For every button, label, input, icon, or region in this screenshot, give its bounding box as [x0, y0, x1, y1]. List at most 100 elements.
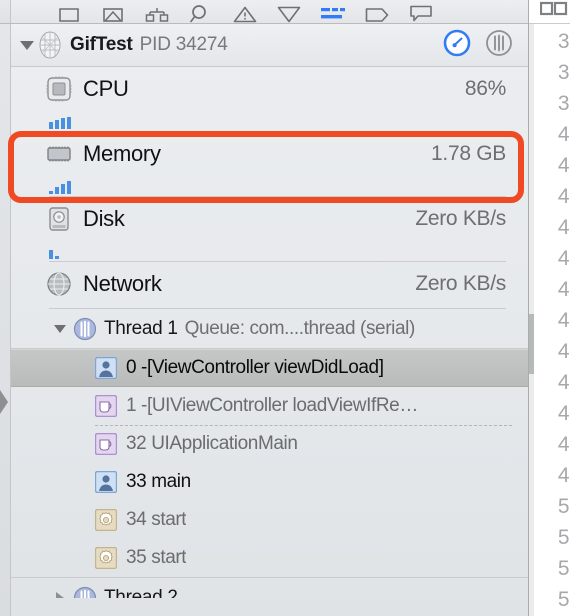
line-number: 4: [557, 464, 570, 487]
line-number: 4: [557, 123, 570, 146]
line-number: 4: [557, 340, 570, 363]
gauge-network-main: Network Zero KB/s: [11, 262, 528, 306]
navigator-tab-issue[interactable]: [233, 1, 257, 23]
navigator-tab-list: [58, 1, 432, 23]
gauge-memory-value: 1.78 GB: [431, 142, 506, 165]
process-action-buttons: [443, 29, 528, 62]
stack-frame-row[interactable]: 35 start: [11, 539, 528, 577]
gauge-row-cpu[interactable]: CPU 86%: [11, 67, 528, 132]
chevron-down-icon: [54, 324, 66, 333]
gauge-view-button[interactable]: [443, 29, 471, 62]
navigator-tab-folder[interactable]: [58, 1, 80, 23]
navigator-tab-symbol[interactable]: [145, 1, 169, 23]
editor-line-number-gutter: 3 3 3 4 4 4 4 4 4 4 4 4 4 4 4 5 5 5 5: [529, 0, 570, 616]
debug-navigator-pane: GifTest PID 34274 CPU 86% Memory 1.78 GB…: [0, 0, 529, 616]
issue-navigator-icon: [233, 6, 257, 23]
gauge-cpu-main: CPU 86%: [11, 67, 528, 111]
line-number: 4: [557, 185, 570, 208]
disk-sparkline: [49, 245, 59, 259]
stack-frame-label: 35 start: [126, 547, 187, 568]
stack-frame-label: 34 start: [126, 509, 187, 530]
line-number: 4: [557, 154, 570, 177]
line-number: 4: [557, 433, 570, 456]
system-frame-icon: [95, 395, 117, 417]
gauge-disk-sparkline-wrap: [11, 241, 528, 262]
navigator-tab-test[interactable]: [277, 1, 301, 23]
thread-disclosure-triangle[interactable]: [49, 324, 71, 333]
thread-name: Thread 1: [104, 317, 178, 339]
line-number: 3: [557, 61, 570, 84]
gauge-disk-label: Disk: [83, 206, 125, 231]
gauge-cpu-value: 86%: [464, 77, 506, 100]
gauge-row-network[interactable]: Network Zero KB/s: [11, 262, 528, 309]
line-number: 4: [557, 402, 570, 425]
navigator-left-gutter: [0, 24, 11, 616]
gauge-memory-sparkline-wrap: [11, 176, 528, 197]
gauge-disk-main: Disk Zero KB/s: [11, 197, 528, 241]
thread-icon: [73, 317, 97, 341]
editor-scrollbar[interactable]: [529, 24, 534, 616]
stack-frame-row[interactable]: 0 -[ViewController viewDidLoad]: [11, 349, 528, 387]
gear-frame-icon: [95, 547, 117, 569]
thread-view-button[interactable]: [485, 29, 513, 62]
disk-drive-icon: [45, 205, 75, 233]
thread-2-disclosure-triangle[interactable]: [49, 592, 71, 598]
caret-right-icon: [0, 390, 8, 414]
gauge-memory-label: Memory: [83, 141, 161, 166]
process-disclosure-triangle[interactable]: [17, 40, 37, 50]
memory-chip-icon: [45, 140, 75, 168]
line-number: 5: [557, 495, 570, 518]
gauge-row-disk[interactable]: Disk Zero KB/s: [11, 197, 528, 262]
gauge-memory-main: Memory 1.78 GB: [11, 132, 528, 176]
memory-sparkline: [49, 180, 71, 194]
navigator-row-list: GifTest PID 34274 CPU 86% Memory 1.78 GB…: [11, 24, 528, 616]
report-navigator-icon: [409, 5, 433, 23]
gauge-network-value: Zero KB/s: [415, 272, 506, 295]
breakpoint-navigator-icon: [365, 7, 389, 23]
gauge-network-label: Network: [83, 271, 162, 296]
navigator-tab-find[interactable]: [190, 1, 212, 23]
navigator-content: GifTest PID 34274 CPU 86% Memory 1.78 GB…: [0, 24, 528, 616]
test-navigator-icon: [277, 6, 301, 23]
line-number-column: 3 3 3 4 4 4 4 4 4 4 4 4 4 4 4 5 5 5 5: [529, 24, 570, 615]
folder-icon: [58, 7, 80, 23]
navigator-tab-breakpoint[interactable]: [365, 1, 389, 23]
process-header-row[interactable]: GifTest PID 34274: [11, 24, 528, 67]
thread-queue: Queue: com....thread (serial): [184, 317, 416, 339]
gauge-cpu-sparkline-wrap: [11, 111, 528, 132]
gauge-cpu-label: CPU: [83, 76, 129, 101]
symbol-navigator-icon: [145, 7, 169, 23]
process-grid-icon: [37, 31, 63, 59]
xcode-debug-navigator-window: GifTest PID 34274 CPU 86% Memory 1.78 GB…: [0, 0, 570, 616]
line-number: 4: [557, 247, 570, 270]
debug-navigator-icon: [320, 6, 346, 23]
navigator-tab-source-control[interactable]: [102, 1, 124, 23]
line-number: 4: [557, 216, 570, 239]
line-number: 4: [557, 309, 570, 332]
stack-frame-row[interactable]: 34 start: [11, 501, 528, 539]
system-frame-icon: [95, 433, 117, 455]
stack-frame-label: 33 main: [126, 471, 191, 492]
stack-frame-row[interactable]: 1 -[UIViewController loadViewIfRe…: [11, 387, 528, 425]
user-frame-icon: [95, 357, 117, 379]
chevron-right-icon: [56, 592, 64, 598]
gauge-row-memory[interactable]: Memory 1.78 GB: [11, 132, 528, 197]
stack-frame-label: 32 UIApplicationMain: [126, 433, 298, 454]
thread-row-2[interactable]: Thread 2: [11, 577, 528, 598]
navigator-tab-report[interactable]: [410, 1, 432, 23]
stack-frame-row[interactable]: 33 main: [11, 463, 528, 501]
thread-row-1[interactable]: Thread 1 Queue: com....thread (serial): [11, 309, 528, 349]
cpu-chip-icon: [45, 75, 75, 103]
process-name: GifTest: [70, 34, 133, 55]
network-globe-icon: [45, 270, 75, 298]
navigator-tab-debug[interactable]: [320, 1, 346, 23]
assistant-editor-icon[interactable]: [539, 1, 568, 22]
navigator-selector-bar: [0, 0, 528, 24]
line-number: 4: [557, 371, 570, 394]
thread-icon: [73, 586, 97, 598]
editor-scrollbar-thumb[interactable]: [529, 314, 534, 374]
line-number: 3: [557, 30, 570, 53]
editor-toolbar-strip: [529, 0, 570, 24]
cpu-sparkline: [49, 115, 71, 129]
stack-frame-row[interactable]: 32 UIApplicationMain: [11, 425, 528, 463]
